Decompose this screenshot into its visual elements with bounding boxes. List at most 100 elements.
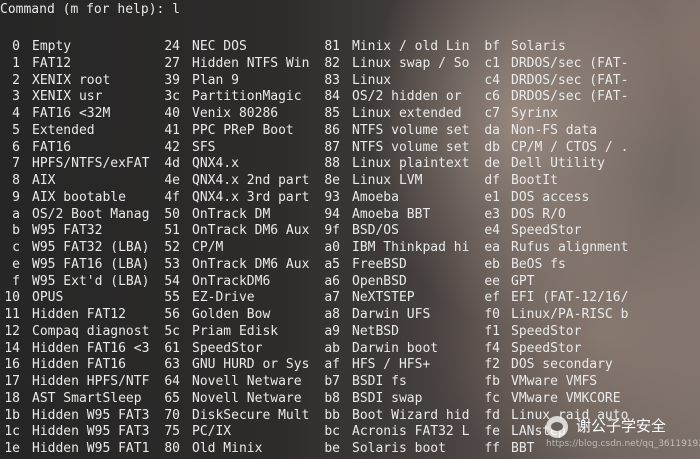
partition-code: 0 <box>12 39 20 54</box>
partition-code: 75 <box>164 424 180 439</box>
partition-name: OnTrack DM6 Aux <box>192 223 310 238</box>
partition-name: GNU HURD or Sys <box>192 357 310 372</box>
partition-code: 8e <box>324 173 340 188</box>
partition-code: ea <box>484 240 500 255</box>
partition-code: 5c <box>164 324 180 339</box>
partition-code: 85 <box>324 106 340 121</box>
partition-code: bc <box>324 424 340 439</box>
partition-code: a8 <box>324 307 340 322</box>
partition-name: BeOS fs <box>511 257 566 272</box>
partition-code: 12 <box>4 324 20 339</box>
partition-code: 41 <box>164 123 180 138</box>
partition-name: VMware VMFS <box>511 374 598 389</box>
partition-name: Solaris boot <box>352 441 446 456</box>
partition-name: BSDI fs <box>352 374 407 389</box>
partition-name: QNX4.x <box>192 156 239 171</box>
partition-code: fb <box>484 374 500 389</box>
partition-code: 2 <box>12 73 20 88</box>
partition-name: NetBSD <box>352 324 399 339</box>
partition-code: b <box>12 223 20 238</box>
partition-code: 24 <box>164 39 180 54</box>
partition-code: f2 <box>484 357 500 372</box>
partition-code: c4 <box>484 73 500 88</box>
partition-code: 54 <box>164 274 180 289</box>
partition-code: 1b <box>4 408 20 423</box>
wechat-logo-icon <box>546 416 568 438</box>
partition-code: de <box>484 156 500 171</box>
partition-name: SpeedStor <box>511 324 582 339</box>
partition-code: 93 <box>324 190 340 205</box>
partition-code: b7 <box>324 374 340 389</box>
partition-name: BSDI swap <box>352 391 423 406</box>
partition-name: SpeedStor <box>511 223 582 238</box>
partition-name: Hidden W95 FAT3 <box>32 408 150 423</box>
partition-code: f <box>12 274 20 289</box>
partition-code: c7 <box>484 106 500 121</box>
partition-name: SpeedStor <box>511 341 582 356</box>
partition-code: 1c <box>4 424 20 439</box>
partition-code: bb <box>324 408 340 423</box>
partition-name: Plan 9 <box>192 73 239 88</box>
partition-code: c <box>12 240 20 255</box>
partition-code: a5 <box>324 257 340 272</box>
partition-code: 4e <box>164 173 180 188</box>
partition-code: a6 <box>324 274 340 289</box>
partition-code: 61 <box>164 341 180 356</box>
partition-name: QNX4.x 3rd part <box>192 190 310 205</box>
partition-name: Linux/PA-RISC b <box>511 307 629 322</box>
partition-name: DRDOS/sec (FAT- <box>511 56 629 71</box>
partition-name: XENIX usr <box>32 89 103 104</box>
partition-name: Solaris <box>511 39 566 54</box>
partition-code: f0 <box>484 307 500 322</box>
partition-name: Rufus alignment <box>511 240 629 255</box>
partition-code: a0 <box>324 240 340 255</box>
partition-name: Novell Netware <box>192 391 302 406</box>
partition-code: 42 <box>164 140 180 155</box>
partition-code: 82 <box>324 56 340 71</box>
partition-code: be <box>324 441 340 456</box>
partition-name: HPFS/NTFS/exFAT <box>32 156 150 171</box>
partition-code: 63 <box>164 357 180 372</box>
partition-code: 39 <box>164 73 180 88</box>
partition-name: AST SmartSleep <box>32 391 142 406</box>
partition-code: bf <box>484 39 500 54</box>
partition-name: BSD/OS <box>352 223 399 238</box>
partition-name: OPUS <box>32 290 64 305</box>
partition-name: NEC DOS <box>192 39 247 54</box>
partition-name: VMware VMKCORE <box>511 391 621 406</box>
partition-name: HFS / HFS+ <box>352 357 431 372</box>
watermark-url: https://blog.csdn.net/qq_36119192 <box>546 439 700 449</box>
partition-code: 56 <box>164 307 180 322</box>
command-prompt: Command (m for help): l <box>0 2 181 17</box>
partition-code: a <box>12 207 20 222</box>
partition-name: Minix / old Lin <box>352 39 470 54</box>
partition-code: 87 <box>324 140 340 155</box>
partition-name: Priam Edisk <box>192 324 279 339</box>
partition-name: Amoeba BBT <box>352 207 431 222</box>
partition-name: DOS R/O <box>511 207 566 222</box>
partition-name: Acronis FAT32 L <box>352 424 470 439</box>
partition-name: DRDOS/sec (FAT- <box>511 73 629 88</box>
partition-code: 14 <box>4 341 20 356</box>
partition-name: Linux swap / So <box>352 56 470 71</box>
partition-name: Linux LVM <box>352 173 423 188</box>
partition-name: Darwin UFS <box>352 307 431 322</box>
partition-code: 1 <box>12 56 20 71</box>
partition-code: 3c <box>164 89 180 104</box>
partition-name: NTFS volume set <box>352 140 470 155</box>
terminal-window[interactable]: Command (m for help): l 0 Empty 1 FAT12 2 XEN… <box>0 0 700 459</box>
partition-name: Linux <box>352 73 392 88</box>
partition-name: OnTrack DM <box>192 207 271 222</box>
partition-code: 4 <box>12 106 20 121</box>
partition-code: f1 <box>484 324 500 339</box>
partition-code: 10 <box>4 290 20 305</box>
partition-name: Linux extended <box>352 106 462 121</box>
partition-name: Compaq diagnost <box>32 324 150 339</box>
partition-name: PPC PReP Boot <box>192 123 294 138</box>
partition-code: 3 <box>12 89 20 104</box>
partition-name: Syrinx <box>511 106 558 121</box>
partition-name: NeXTSTEP <box>352 290 415 305</box>
partition-name: SFS <box>192 140 216 155</box>
partition-name: EFI (FAT-12/16/ <box>511 290 629 305</box>
partition-code: 80 <box>164 441 180 456</box>
